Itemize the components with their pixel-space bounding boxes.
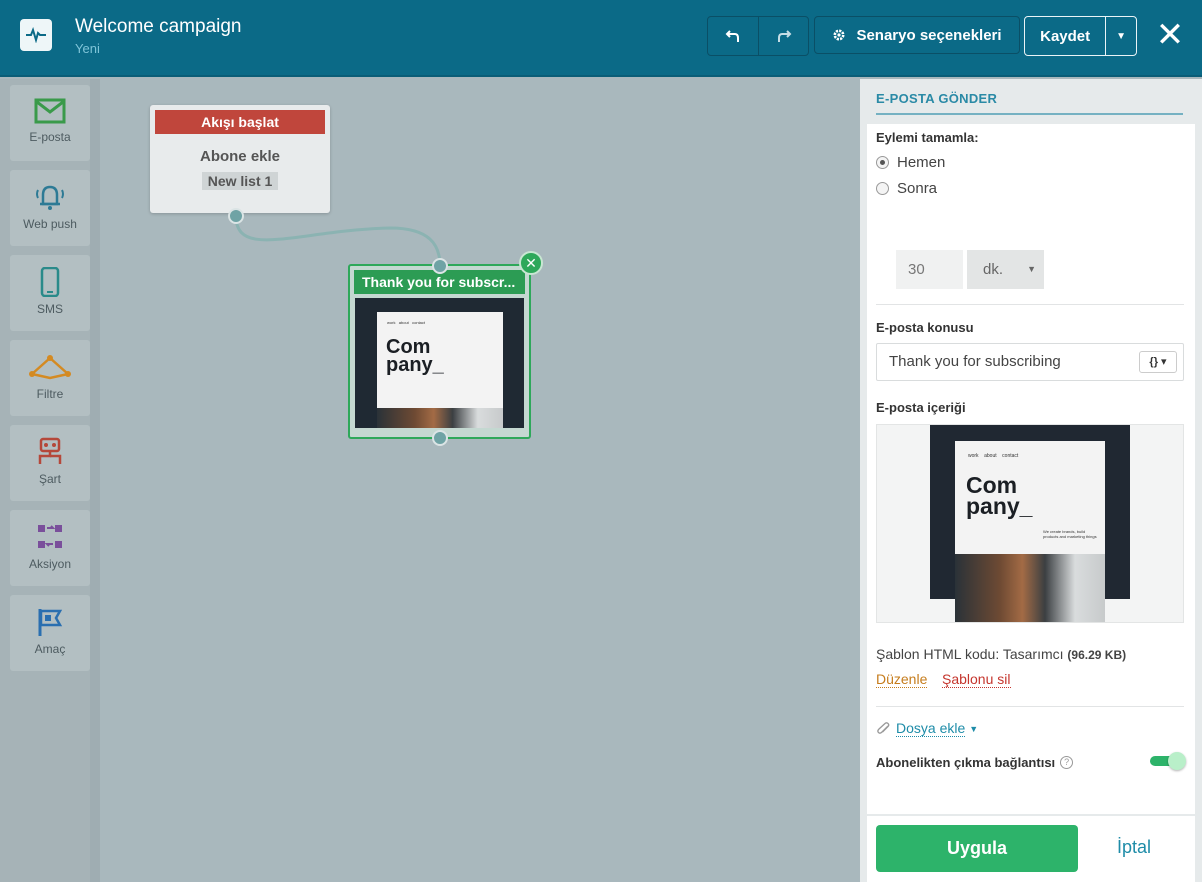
start-node-list: New list 1 — [201, 172, 279, 190]
email-content-preview[interactable]: work about contact Com pany_ We create b… — [876, 424, 1184, 623]
option-now-label: Hemen — [897, 154, 946, 171]
preview-brand-2: pany_ — [966, 493, 1033, 519]
option-later-label: Sonra — [897, 180, 938, 197]
save-dropdown-caret-icon[interactable]: ▼ — [1106, 17, 1136, 55]
template-info: Şablon HTML kodu: Tasarımcı (96.29 KB) — [876, 646, 1126, 662]
panel-footer: Uygula İptal — [867, 816, 1195, 882]
option-now[interactable]: Hemen — [876, 154, 945, 171]
radio-now[interactable] — [876, 156, 889, 169]
radio-later[interactable] — [876, 182, 889, 195]
email-node-thumbnail: work about contact Com pany_ — [355, 298, 524, 428]
apply-button[interactable]: Uygula — [876, 825, 1078, 872]
unsubscribe-row: Abonelikten çıkma bağlantısı ? — [876, 755, 1074, 770]
close-icon[interactable]: ✕ — [1153, 18, 1187, 52]
remove-node-icon[interactable]: ✕ — [519, 251, 543, 275]
subject-input[interactable]: Thank you for subscribing {} ▾ — [876, 343, 1184, 381]
email-node-output-port[interactable] — [432, 430, 448, 446]
email-node[interactable]: Thank you for subscr... work about conta… — [348, 264, 531, 439]
edit-template-link[interactable]: Düzenle — [876, 671, 928, 688]
start-node-title: Abone ekle — [199, 148, 281, 165]
option-later[interactable]: Sonra — [876, 180, 937, 197]
attach-file-button[interactable]: Dosya ekle ▼ — [876, 720, 978, 737]
caret-down-icon: ▼ — [969, 723, 979, 734]
subject-value: Thank you for subscribing — [889, 353, 1061, 370]
panel-body: Eylemi tamamla: Hemen Sonra 30 dk. ▼ E-p… — [867, 124, 1195, 814]
save-button-group: Kaydet ▼ — [1024, 16, 1137, 56]
start-node[interactable]: Akışı başlat Abone ekle New list 1 — [150, 105, 330, 213]
help-icon[interactable]: ? — [1060, 756, 1074, 769]
start-node-header: Akışı başlat — [155, 110, 325, 134]
email-node-input-port[interactable] — [432, 258, 448, 274]
unsubscribe-toggle[interactable] — [1150, 752, 1186, 770]
attach-file-label: Dosya ekle — [896, 720, 966, 737]
preview-tagline: We create brands, build products and mar… — [1043, 529, 1097, 540]
divider — [876, 304, 1184, 305]
complete-label: Eylemi tamamla: — [876, 130, 979, 145]
delay-unit-value: dk. — [983, 261, 1004, 278]
cancel-button[interactable]: İptal — [1117, 837, 1151, 858]
panel-divider — [876, 113, 1183, 115]
delay-value-input[interactable]: 30 — [896, 250, 963, 289]
delete-template-link[interactable]: Şablonu sil — [942, 671, 1011, 688]
subject-label: E-posta konusu — [876, 320, 974, 335]
template-info-label: Şablon HTML kodu: Tasarımcı — [876, 646, 1064, 662]
paperclip-icon — [877, 721, 890, 734]
chevron-down-icon: ▼ — [1027, 264, 1036, 274]
save-button[interactable]: Kaydet — [1025, 17, 1107, 55]
personalization-button[interactable]: {} ▾ — [1139, 351, 1177, 373]
start-node-output-port[interactable] — [228, 208, 244, 224]
flow-connector — [234, 215, 442, 267]
content-label: E-posta içeriği — [876, 400, 966, 415]
unsubscribe-label: Abonelikten çıkma bağlantısı — [876, 755, 1056, 770]
template-size: (96.29 KB) — [1067, 648, 1127, 662]
divider — [876, 706, 1184, 707]
scenario-options-label: Senaryo seçenekleri — [856, 26, 1002, 44]
delay-unit-select[interactable]: dk. ▼ — [967, 250, 1044, 289]
settings-panel: E-POSTA GÖNDER Eylemi tamamla: Hemen Son… — [860, 79, 1202, 882]
thumb-brand-2: pany_ — [386, 354, 444, 376]
panel-title: E-POSTA GÖNDER — [876, 91, 998, 106]
